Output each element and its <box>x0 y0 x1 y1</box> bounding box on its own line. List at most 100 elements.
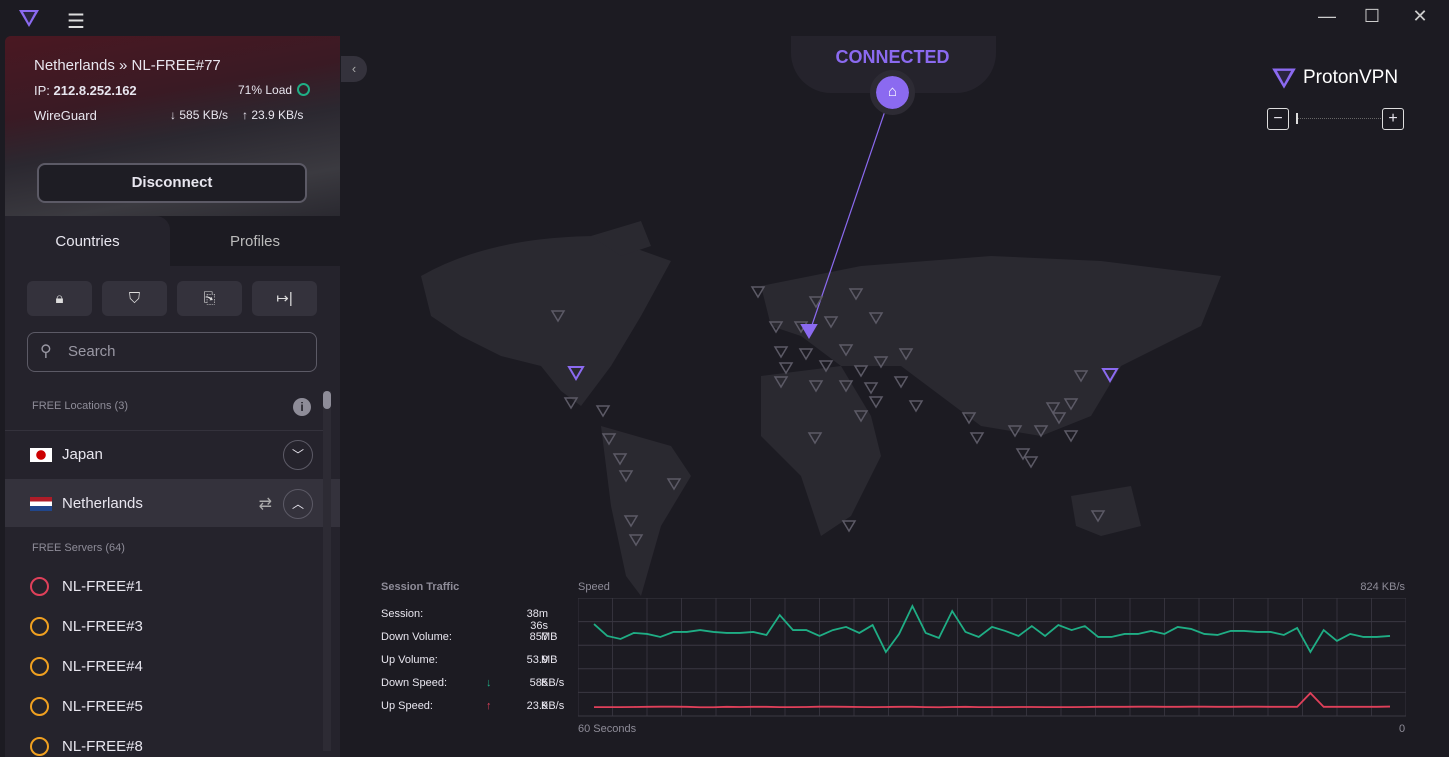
stat-label: Down Speed: <box>381 677 448 689</box>
connection-panel: Netherlands » NL-FREE#77 IP: 212.8.252.1… <box>5 36 340 216</box>
tab-countries[interactable]: Countries <box>5 216 170 266</box>
country-row-japan[interactable]: Japan ﹀ <box>5 430 323 478</box>
traffic-stat-row: Down Volume: 857 MB <box>381 631 558 643</box>
home-location-icon[interactable]: ⌂ <box>870 70 915 115</box>
server-name: NL-FREE#3 <box>62 618 143 635</box>
close-button[interactable]: ✕ <box>1405 6 1435 27</box>
stat-label: Up Volume: <box>381 654 438 666</box>
traffic-stat-row: Session: 38m 36s <box>381 608 548 632</box>
server-row[interactable]: NL-FREE#4 <box>30 657 143 676</box>
expand-chevron-icon[interactable]: ﹀ <box>283 439 313 470</box>
server-marker-icon <box>595 405 611 418</box>
server-marker-icon <box>908 400 924 413</box>
server-row[interactable]: NL-FREE#5 <box>30 697 143 716</box>
server-name: NL-FREE#5 <box>62 698 143 715</box>
netherlands-flag-icon <box>30 496 52 511</box>
speed-chart <box>578 598 1406 717</box>
tor-filter-button[interactable]: ↦| <box>252 281 317 316</box>
stat-label: Down Volume: <box>381 631 452 643</box>
map-area: ‹ CONNECTED ⌂ ProtonVPN − + Session Traf… <box>341 36 1444 757</box>
sidebar: Netherlands » NL-FREE#77 IP: 212.8.252.1… <box>5 36 340 757</box>
server-marker-icon <box>841 520 857 533</box>
server-name: NL-FREE#1 <box>62 578 143 595</box>
load-ring-icon <box>30 697 49 716</box>
country-row-netherlands[interactable]: Netherlands ⇄ ︿ <box>5 479 340 527</box>
stat-unit: KB/s <box>541 700 565 712</box>
free-locations-label: FREE Locations (3) <box>32 400 128 412</box>
minimize-button[interactable]: — <box>1312 6 1342 27</box>
load-ring-icon <box>30 617 49 636</box>
connection-location: Netherlands » NL-FREE#77 <box>34 57 221 74</box>
secure-core-filter-button[interactable]: 🔒︎ <box>27 281 92 316</box>
shield-icon: ⛉ <box>128 290 141 307</box>
traffic-stat-row: Up Speed: ↑ 23.9 KB/s <box>381 700 564 712</box>
up-speed: 23.9 KB/s <box>251 108 304 122</box>
load-ring-icon <box>297 83 310 96</box>
server-name: NL-FREE#8 <box>62 738 143 755</box>
ip-address: 212.8.252.162 <box>53 83 137 98</box>
stat-unit: MB <box>541 654 558 666</box>
load-ring-icon <box>30 737 49 756</box>
server-row[interactable]: NL-FREE#8 <box>30 737 143 756</box>
hamburger-icon[interactable]: ☰ <box>67 9 85 34</box>
server-marker-icon <box>969 432 985 445</box>
server-load: 71% Load <box>238 83 293 97</box>
server-marker-icon <box>1023 456 1039 469</box>
down-speed: 585 KB/s <box>179 108 229 122</box>
brand-logo: ProtonVPN <box>1271 66 1398 90</box>
search-input[interactable]: ⚲ Search <box>27 332 317 372</box>
country-name: Netherlands <box>62 495 143 512</box>
zoom-out-button[interactable]: − <box>1267 108 1289 130</box>
stat-label: Up Speed: <box>381 700 433 712</box>
server-marker-icon <box>773 346 789 359</box>
server-marker-icon <box>868 396 884 409</box>
stat-unit: MB <box>541 631 558 643</box>
protonvpn-logo-icon <box>19 10 39 27</box>
maximize-button[interactable]: ☐ <box>1357 6 1387 27</box>
brand-name: ProtonVPN <box>1303 67 1399 88</box>
reconnect-icon[interactable]: ⇄ <box>259 494 272 514</box>
japan-flag-icon <box>30 447 52 462</box>
tor-icon: ↦| <box>276 290 293 307</box>
chart-x-right-label: 0 <box>1399 723 1406 735</box>
server-row[interactable]: NL-FREE#1 <box>30 577 143 596</box>
scrollbar[interactable] <box>323 391 331 751</box>
traffic-stat-row: Up Volume: 53.9 MB <box>381 654 558 666</box>
traffic-stat-row: Down Speed: ↓ 585 KB/s <box>381 677 564 689</box>
up-arrow-icon: ↑ <box>486 700 492 712</box>
stat-value: 38m 36s <box>526 608 548 632</box>
server-marker-icon <box>778 362 794 375</box>
chart-x-left-label: 60 Seconds <box>578 723 637 735</box>
load-ring-icon <box>30 577 49 596</box>
session-traffic-title: Session Traffic <box>381 581 460 593</box>
protonvpn-logo-icon <box>1272 68 1296 89</box>
disconnect-button[interactable]: Disconnect <box>37 163 307 203</box>
server-marker-icon <box>893 376 909 389</box>
title-bar: ☰ — ☐ ✕ <box>0 0 1449 36</box>
p2p-filter-button[interactable]: ⎘ <box>177 281 242 316</box>
netshield-filter-button[interactable]: ⛉ <box>102 281 167 316</box>
ip-label: IP: <box>34 83 50 98</box>
collapse-chevron-icon[interactable]: ︿ <box>283 488 313 519</box>
server-name: NL-FREE#4 <box>62 658 143 675</box>
tab-profiles[interactable]: Profiles <box>170 216 340 266</box>
protocol: WireGuard <box>34 108 97 123</box>
load-ring-icon <box>30 657 49 676</box>
server-row[interactable]: NL-FREE#3 <box>30 617 143 636</box>
server-marker-icon <box>1063 430 1079 443</box>
down-arrow-icon: ↓ <box>486 677 492 689</box>
country-name: Japan <box>62 446 103 463</box>
stat-label: Session: <box>381 608 424 620</box>
info-icon[interactable]: i <box>293 398 311 416</box>
free-servers-label: FREE Servers (64) <box>32 542 125 554</box>
server-marker-icon <box>853 365 869 378</box>
search-icon: ⚲ <box>40 343 52 360</box>
p2p-icon: ⎘ <box>203 290 216 307</box>
stat-unit: KB/s <box>541 677 565 689</box>
chart-ymax-label: 824 KB/s <box>1360 581 1405 593</box>
zoom-in-button[interactable]: + <box>1382 108 1404 130</box>
server-marker-icon <box>863 382 879 395</box>
lock-icon: 🔒︎ <box>55 290 64 307</box>
zoom-slider[interactable] <box>1296 113 1381 124</box>
connection-status: CONNECTED <box>835 47 950 67</box>
